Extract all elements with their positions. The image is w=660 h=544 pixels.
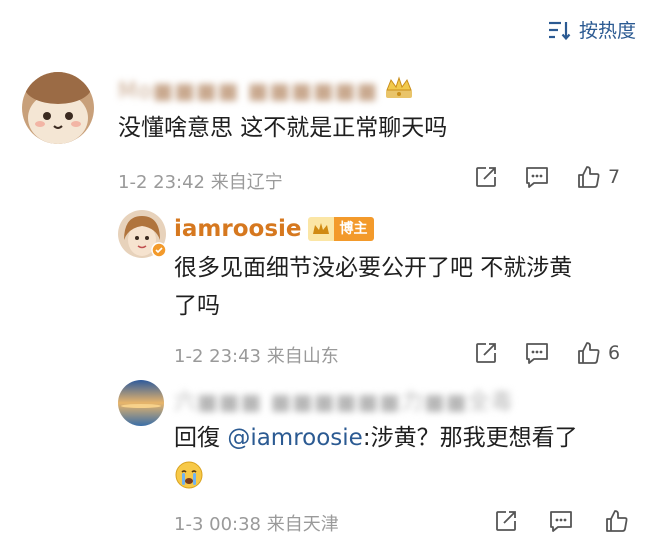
avatar[interactable] xyxy=(118,380,164,426)
crown-icon xyxy=(384,76,414,106)
crying-face-emoji xyxy=(174,460,204,490)
comment-meta: 1-2 23:42 来自辽宁 xyxy=(118,172,283,193)
author-badge: 博主 xyxy=(307,217,374,241)
sort-button[interactable]: 按热度 xyxy=(547,16,636,43)
comment-icon[interactable] xyxy=(524,341,550,365)
like-button[interactable] xyxy=(604,508,636,534)
share-icon[interactable] xyxy=(474,341,498,365)
comment-username[interactable]: 六■■■ ■■■■■■力■■全毒 xyxy=(174,384,514,416)
like-button[interactable]: 6 xyxy=(576,340,620,366)
like-count: 6 xyxy=(608,342,621,364)
verified-badge-icon xyxy=(151,242,167,262)
like-button[interactable]: 7 xyxy=(576,164,620,190)
share-icon[interactable] xyxy=(494,509,518,533)
comment-meta: 1-2 23:43 来自山东 xyxy=(174,346,339,367)
thumbs-up-icon xyxy=(606,510,628,532)
avatar[interactable] xyxy=(22,72,94,144)
sort-label: 按热度 xyxy=(578,20,636,42)
comment-icon[interactable] xyxy=(548,509,574,533)
like-count: 7 xyxy=(608,166,621,188)
sort-lines-icon xyxy=(547,19,571,41)
comment-username[interactable]: iamroosie 博主 xyxy=(174,216,374,242)
share-icon[interactable] xyxy=(474,165,498,189)
comment-meta: 1-3 00:38 来自天津 xyxy=(174,514,339,535)
comment-username[interactable]: Mo■■■■ ■■■■■■ xyxy=(118,76,414,106)
comment-text: 很多见面细节没必要公开了吧 不就涉黄 了吗 xyxy=(174,255,573,319)
comment-text: 没懂啥意思 这不就是正常聊天吗 xyxy=(118,115,448,141)
comment-icon[interactable] xyxy=(524,165,550,189)
mention-link[interactable]: @iamroosie xyxy=(227,425,363,451)
crown-icon xyxy=(307,217,334,241)
thumbs-up-icon xyxy=(578,166,600,188)
comment-text: 回復 @iamroosie:涉黄？那我更想看了 xyxy=(174,425,578,451)
thumbs-up-icon xyxy=(578,342,600,364)
